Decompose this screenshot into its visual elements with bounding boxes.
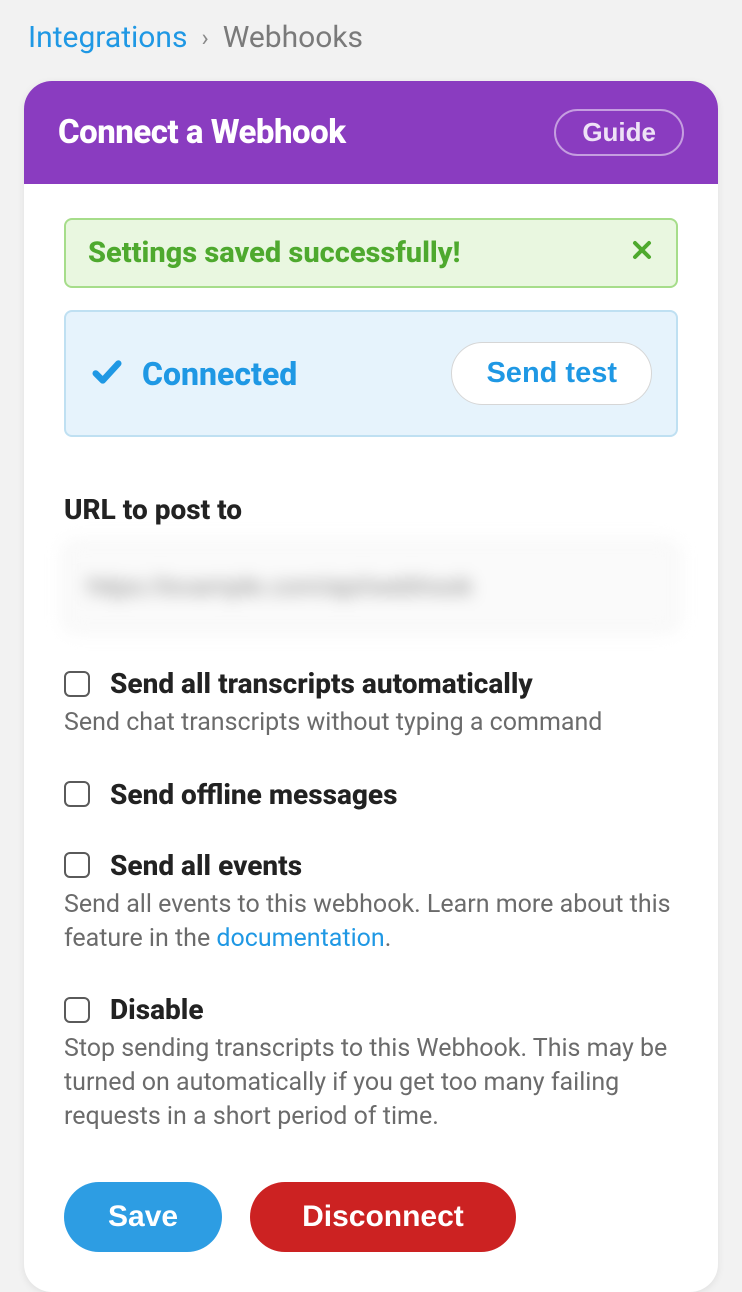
success-alert: Settings saved successfully! <box>64 218 678 288</box>
connection-status: Connected Send test <box>64 310 678 437</box>
check-icon <box>90 355 124 393</box>
page-title: Connect a Webhook <box>58 113 346 152</box>
alert-message: Settings saved successfully! <box>88 236 460 270</box>
action-buttons: Save Disconnect <box>64 1182 678 1252</box>
card-header: Connect a Webhook Guide <box>24 81 718 184</box>
transcripts-label: Send all transcripts automatically <box>110 667 533 700</box>
url-input[interactable] <box>64 542 678 631</box>
events-desc: Send all events to this webhook. Learn m… <box>64 888 678 956</box>
close-icon[interactable] <box>630 238 654 268</box>
transcripts-desc: Send chat transcripts without typing a c… <box>64 706 678 740</box>
chevron-right-icon: › <box>201 24 208 52</box>
option-transcripts: Send all transcripts automatically Send … <box>64 667 678 740</box>
status-left: Connected <box>90 355 297 393</box>
offline-checkbox[interactable] <box>64 781 90 807</box>
events-checkbox[interactable] <box>64 852 90 878</box>
breadcrumb: Integrations › Webhooks <box>0 0 742 69</box>
send-test-button[interactable]: Send test <box>451 342 652 405</box>
guide-button[interactable]: Guide <box>554 109 684 156</box>
documentation-link[interactable]: documentation <box>216 924 384 953</box>
url-label: URL to post to <box>64 493 678 526</box>
breadcrumb-parent-link[interactable]: Integrations <box>28 20 187 55</box>
webhook-card: Connect a Webhook Guide Settings saved s… <box>24 81 718 1292</box>
disable-label: Disable <box>110 993 204 1026</box>
card-body: Settings saved successfully! Connected S… <box>24 184 718 1292</box>
disable-checkbox[interactable] <box>64 997 90 1023</box>
status-label: Connected <box>142 355 297 393</box>
option-disable: Disable Stop sending transcripts to this… <box>64 993 678 1133</box>
disconnect-button[interactable]: Disconnect <box>250 1182 516 1252</box>
breadcrumb-current: Webhooks <box>223 20 363 55</box>
option-offline: Send offline messages <box>64 778 678 811</box>
save-button[interactable]: Save <box>64 1182 222 1252</box>
option-events: Send all events Send all events to this … <box>64 849 678 956</box>
events-label: Send all events <box>110 849 302 882</box>
offline-label: Send offline messages <box>110 778 397 811</box>
transcripts-checkbox[interactable] <box>64 671 90 697</box>
disable-desc: Stop sending transcripts to this Webhook… <box>64 1032 678 1133</box>
